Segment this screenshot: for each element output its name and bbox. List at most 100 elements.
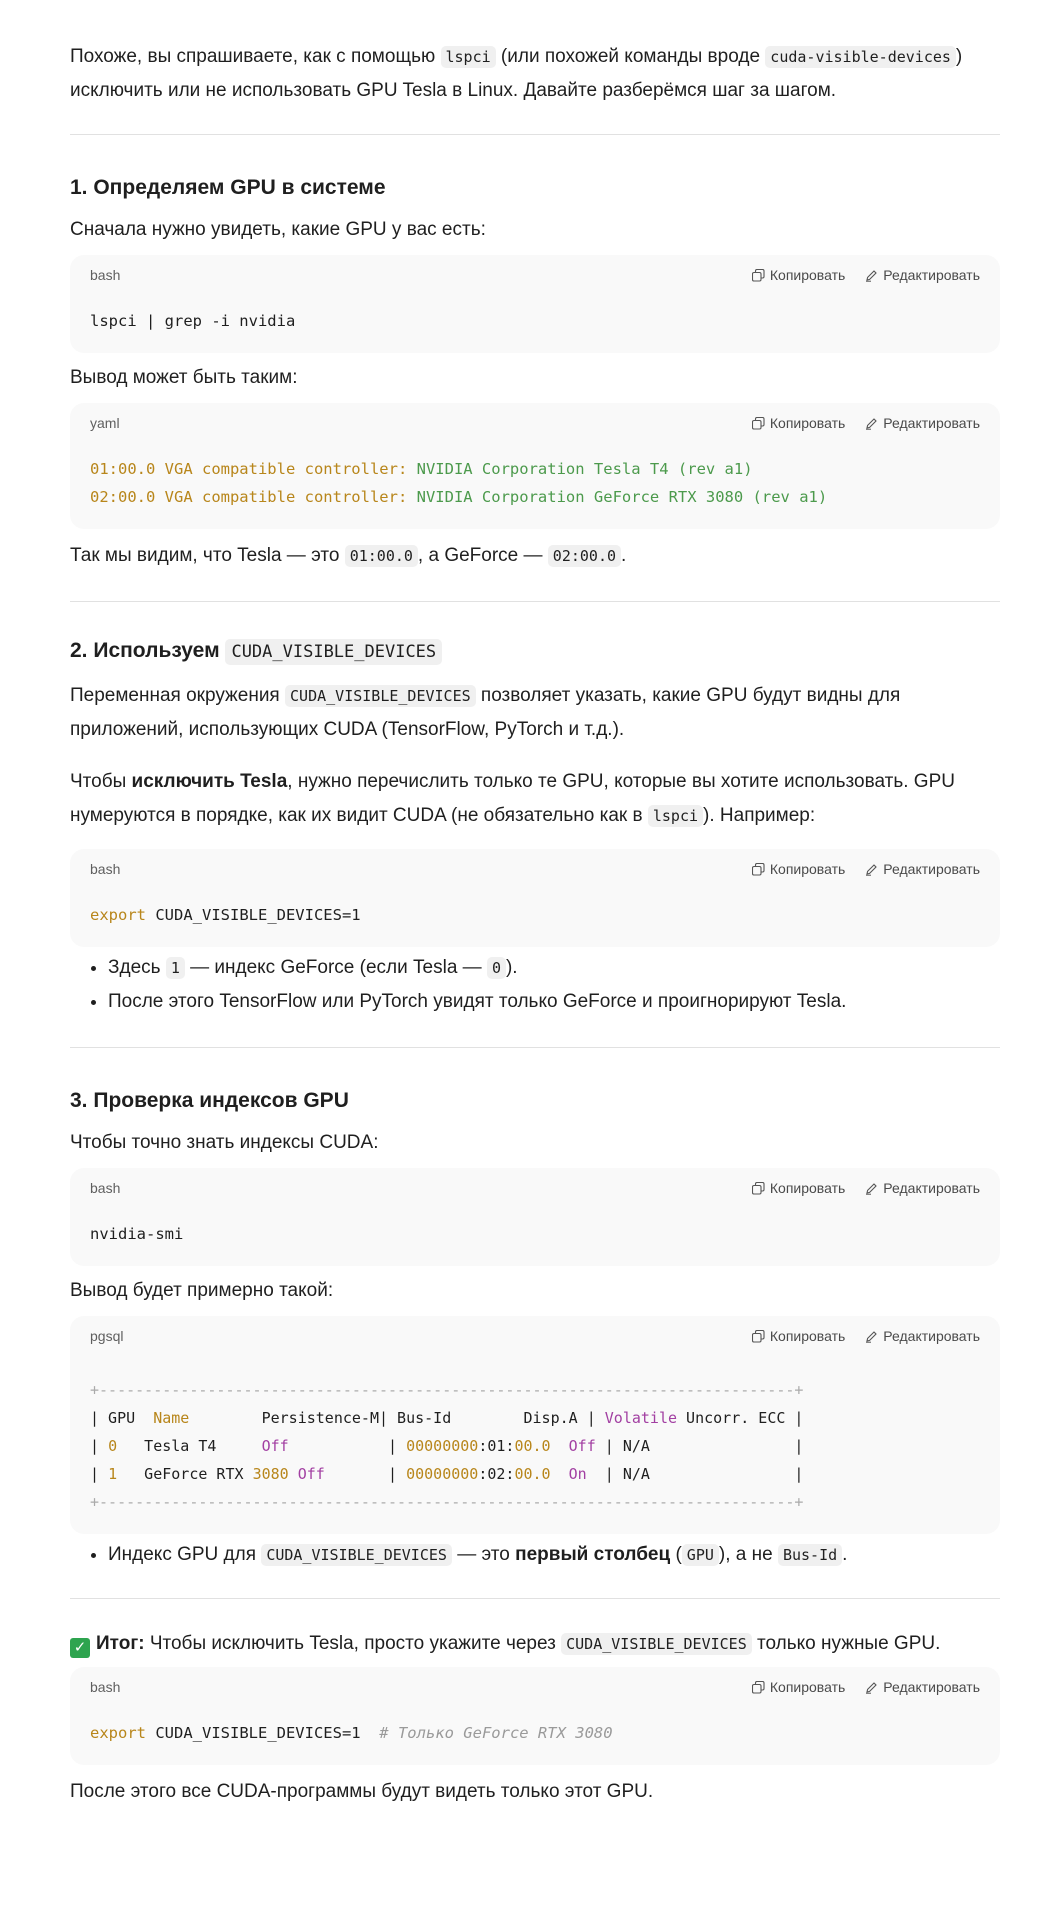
paragraph: Чтобы исключить Tesla, нужно перечислить… xyxy=(70,765,1000,833)
paragraph: Так мы видим, что Tesla — это 01:00.0, а… xyxy=(70,539,1000,573)
inline-code: 02:00.0 xyxy=(547,545,622,567)
text: приложений, использующих CUDA (TensorFlo… xyxy=(70,719,625,740)
section-heading: 2. Используем CUDA_VISIBLE_DEVICES xyxy=(70,636,1000,667)
edit-button[interactable]: Редактировать xyxy=(865,861,980,877)
code-keyword: export xyxy=(90,1724,146,1742)
intro-paragraph: Похоже, вы спрашиваете, как с помощью ls… xyxy=(70,40,1000,108)
section-heading: 1. Определяем GPU в системе xyxy=(70,176,386,199)
text: Здесь xyxy=(108,957,166,978)
list-item: Здесь 1 — индекс GeForce (если Tesla — 0… xyxy=(108,951,1000,985)
edit-button[interactable]: Редактировать xyxy=(865,1328,980,1344)
code-number: 0 xyxy=(108,1437,118,1455)
divider xyxy=(70,1598,1000,1599)
paragraph: Чтобы точно знать индексы CUDA: xyxy=(70,1132,379,1153)
code-language-label: bash xyxy=(90,1180,121,1196)
code-block-header: pgsql Копировать Редактировать xyxy=(70,1316,1000,1356)
code-body: 01:00.0 VGA compatible controller: NVIDI… xyxy=(70,443,1000,529)
copy-label: Копировать xyxy=(769,415,846,431)
code-actions: Копировать Редактировать xyxy=(751,861,980,877)
inline-code: 01:00.0 xyxy=(344,545,418,567)
code-key: 01:00.0 VGA compatible controller: xyxy=(90,460,408,478)
code-text: Uncorr. ECC | xyxy=(677,1409,804,1427)
code-keyword: export xyxy=(90,906,146,924)
bullet-list: Индекс GPU для CUDA_VISIBLE_DEVICES — эт… xyxy=(70,1538,1000,1572)
code-block: pgsql Копировать Редактировать +--------… xyxy=(70,1316,1000,1534)
pencil-icon xyxy=(866,863,878,876)
code-body: +---------------------------------------… xyxy=(70,1356,1000,1534)
text: ( xyxy=(670,1544,682,1565)
text: — индекс GeForce (если Tesla — xyxy=(184,957,487,978)
edit-label: Редактировать xyxy=(883,861,980,877)
code-actions: Копировать Редактировать xyxy=(751,415,980,431)
text: только нужные GPU. xyxy=(751,1633,941,1654)
copy-button[interactable]: Копировать xyxy=(751,267,846,283)
list-item: После этого TensorFlow или PyTorch увидя… xyxy=(108,985,1000,1019)
copy-button[interactable]: Копировать xyxy=(751,1679,845,1695)
text: ). Например: xyxy=(703,805,816,826)
intro-text: ) xyxy=(955,46,963,67)
paragraph: Вывод может быть таким: xyxy=(70,367,298,388)
code-number: 00.0 xyxy=(514,1437,551,1455)
text: позволяет указать, какие GPU будут видны… xyxy=(475,685,901,706)
inline-code: CUDA_VISIBLE_DEVICES xyxy=(285,685,476,707)
edit-button[interactable]: Редактировать xyxy=(865,415,980,431)
copy-label: Копировать xyxy=(769,267,846,283)
copy-button[interactable]: Копировать xyxy=(751,1180,846,1196)
edit-button[interactable]: Редактировать xyxy=(865,1180,980,1196)
divider xyxy=(70,601,1000,602)
intro-text: Похоже, вы спрашиваете, как с помощью xyxy=(70,46,441,67)
code-line: nvidia-smi xyxy=(90,1225,184,1243)
inline-code: CUDA_VISIBLE_DEVICES xyxy=(261,1544,452,1566)
code-actions: Копировать Редактировать xyxy=(751,1679,980,1695)
edit-button[interactable]: Редактировать xyxy=(865,267,980,283)
code-language-label: pgsql xyxy=(90,1328,124,1344)
code-language-label: bash xyxy=(90,861,121,877)
paragraph: После этого все CUDA-программы будут вид… xyxy=(70,1781,654,1802)
code-number: 00.0 xyxy=(514,1465,551,1483)
code-language-label: bash xyxy=(90,267,121,283)
copy-button[interactable]: Копировать xyxy=(751,861,846,877)
paragraph: Переменная окружения CUDA_VISIBLE_DEVICE… xyxy=(70,679,1000,747)
code-keyword: Off xyxy=(568,1437,596,1455)
pencil-icon xyxy=(866,269,878,282)
code-block: bash Копировать Редактировать nvidia-smi xyxy=(70,1168,1000,1266)
copy-label: Копировать xyxy=(769,861,846,877)
divider xyxy=(70,1047,1000,1048)
code-text: | xyxy=(90,1437,109,1455)
code-value: NVIDIA Corporation GeForce RTX 3080 (rev… xyxy=(407,488,828,506)
copy-label: Копировать xyxy=(769,1328,846,1344)
copy-icon xyxy=(751,1181,765,1195)
edit-button[interactable]: Редактировать xyxy=(865,1679,980,1695)
bold-text: Итог: xyxy=(96,1633,145,1654)
copy-button[interactable]: Копировать xyxy=(751,415,846,431)
code-number: 00000000 xyxy=(406,1437,479,1455)
copy-icon xyxy=(751,1329,765,1343)
code-line: lspci | grep -i nvidia xyxy=(90,312,296,330)
code-keyword: On xyxy=(568,1465,587,1483)
code-text: | xyxy=(90,1465,109,1483)
text: ). xyxy=(505,957,518,978)
table-border: +---------------------------------------… xyxy=(90,1381,804,1399)
code-text: | GPU xyxy=(90,1409,154,1427)
bold-text: исключить Tesla xyxy=(131,771,288,792)
inline-code: lspci xyxy=(647,805,704,827)
code-key: 02:00.0 VGA compatible controller: xyxy=(90,488,408,506)
edit-label: Редактировать xyxy=(883,1679,980,1695)
text: . xyxy=(842,1544,848,1565)
divider xyxy=(70,134,1000,135)
code-text: Tesla T4 xyxy=(117,1437,262,1455)
inline-code: GPU xyxy=(681,1544,719,1566)
text: Чтобы xyxy=(70,771,132,792)
copy-button[interactable]: Копировать xyxy=(751,1328,846,1344)
code-block-header: bash Копировать Редактировать xyxy=(70,1168,1000,1208)
inline-code: 0 xyxy=(486,957,506,979)
copy-label: Копировать xyxy=(769,1180,846,1196)
text: Так мы видим, что Tesla — это xyxy=(70,545,345,566)
code-text: :02: xyxy=(478,1465,515,1483)
edit-label: Редактировать xyxy=(883,1328,980,1344)
code-language-label: bash xyxy=(90,1679,121,1695)
code-text: GeForce RTX xyxy=(117,1465,253,1483)
text: Чтобы исключить Tesla, просто укажите че… xyxy=(144,1633,562,1654)
